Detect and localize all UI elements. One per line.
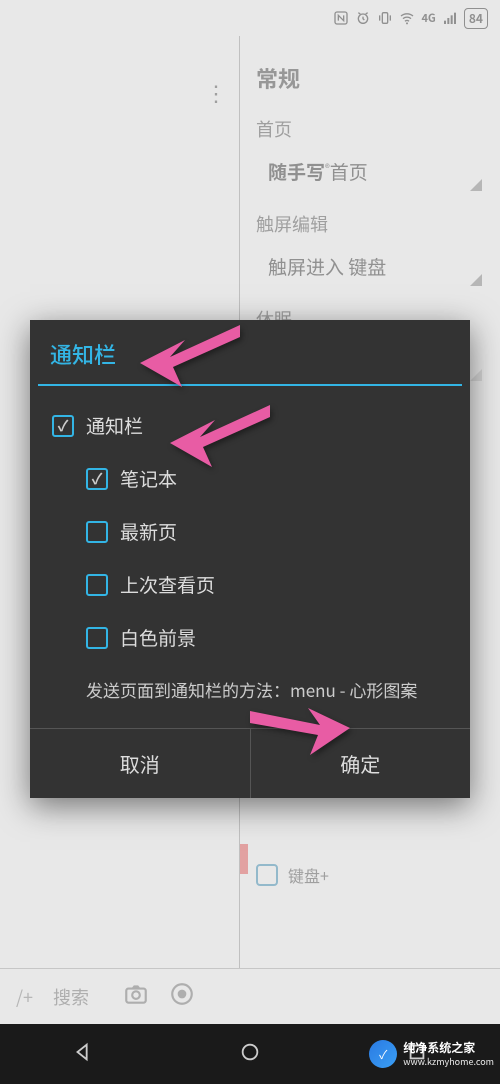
check-white-foreground[interactable]: 白色前景 <box>86 624 448 651</box>
checkbox-icon <box>52 415 74 437</box>
nav-back-button[interactable] <box>72 1041 94 1068</box>
check-last-viewed[interactable]: 上次查看页 <box>86 571 448 598</box>
watermark-logo-icon: ✓ <box>369 1040 397 1068</box>
checkbox-icon <box>86 468 108 490</box>
dialog-buttons: 取消 确定 <box>30 728 470 798</box>
check-latest-page[interactable]: 最新页 <box>86 518 448 545</box>
checkbox-icon <box>86 574 108 596</box>
check-notebook[interactable]: 笔记本 <box>86 465 448 492</box>
watermark: ✓ 纯净系统之家 www.kzmyhome.com <box>369 1024 500 1084</box>
notification-dialog: 通知栏 通知栏 笔记本 最新页 上次查看页 白色前景 发送页面到通知栏的方法：m… <box>30 320 470 798</box>
dialog-title: 通知栏 <box>30 320 470 384</box>
checkbox-icon <box>86 521 108 543</box>
check-label: 上次查看页 <box>120 571 215 598</box>
watermark-name: 纯净系统之家 <box>403 1039 475 1056</box>
check-label: 通知栏 <box>86 412 143 439</box>
checkbox-icon <box>86 627 108 649</box>
watermark-url: www.kzmyhome.com <box>403 1055 494 1068</box>
check-notification-bar[interactable]: 通知栏 <box>52 412 448 439</box>
nav-home-button[interactable] <box>239 1041 261 1068</box>
dialog-body: 通知栏 笔记本 最新页 上次查看页 白色前景 发送页面到通知栏的方法：menu … <box>30 386 470 728</box>
dialog-hint: 发送页面到通知栏的方法：menu - 心形图案 <box>86 677 448 702</box>
cancel-button[interactable]: 取消 <box>30 729 251 798</box>
check-label: 笔记本 <box>120 465 177 492</box>
check-label: 最新页 <box>120 518 177 545</box>
check-label: 白色前景 <box>120 624 196 651</box>
confirm-button[interactable]: 确定 <box>251 729 471 798</box>
